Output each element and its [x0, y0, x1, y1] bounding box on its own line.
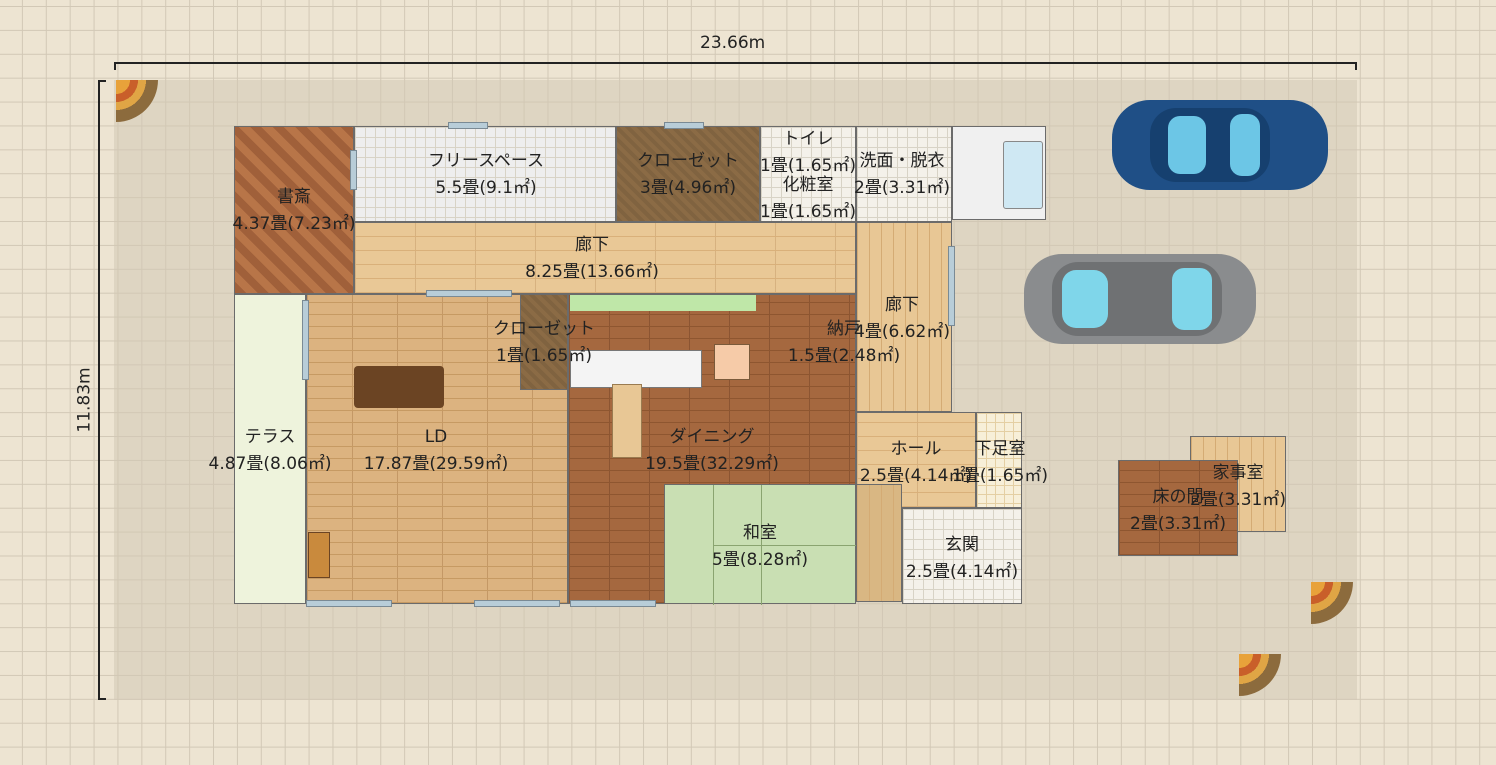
room-area: 3畳(4.96㎡) — [640, 178, 736, 198]
room-area: 5.5畳(9.1㎡) — [435, 178, 537, 198]
room-name: クローゼット — [493, 319, 595, 339]
room-ld-label: LD 17.87畳(29.59㎡) — [364, 424, 509, 478]
room-area: 1畳(1.65㎡) — [952, 466, 1048, 486]
room-area: 2.5畳(4.14㎡) — [905, 562, 1019, 582]
room-powder-label: 化粧室 1畳(1.65㎡) — [760, 172, 856, 226]
room-terrace-label: テラス 4.87畳(8.06㎡) — [209, 424, 332, 478]
counter-icon — [570, 295, 756, 311]
sofa-icon — [354, 366, 444, 408]
room-name: 廊下 — [885, 295, 919, 315]
room-area: 2畳(3.31㎡) — [1130, 514, 1226, 534]
room-area: 1畳(1.65㎡) — [496, 346, 592, 366]
room-area: 1.5畳(2.48㎡) — [787, 346, 901, 366]
car-blue-icon — [1112, 100, 1328, 190]
room-free-space-label: フリースペース 5.5畳(9.1㎡) — [428, 148, 544, 202]
room-name: 化粧室 — [782, 175, 834, 195]
window — [570, 600, 656, 607]
room-area: 5畳(8.28㎡) — [712, 550, 808, 570]
room-tokonoma-label: 床の間 2畳(3.31㎡) — [1130, 484, 1226, 538]
room-name: フリースペース — [427, 151, 545, 171]
room-name: トイレ — [782, 129, 834, 149]
tv-board-icon — [308, 532, 330, 578]
room-name: 下足室 — [974, 439, 1026, 459]
room-name: ダイニング — [669, 427, 755, 447]
room-dining-label: ダイニング 19.5畳(32.29㎡) — [645, 424, 779, 478]
room-name: 玄関 — [945, 535, 979, 555]
room-name: クローゼット — [637, 151, 739, 171]
window — [306, 600, 392, 607]
room-area: 4.37畳(7.23㎡) — [232, 214, 356, 234]
room-area: 2畳(3.31㎡) — [854, 178, 950, 198]
room-name: 廊下 — [574, 235, 609, 255]
room-name: 書斎 — [277, 187, 311, 207]
bathtub-icon — [1003, 141, 1043, 209]
room-name: テラス — [244, 427, 296, 447]
height-dimension-label: 11.83m — [74, 367, 95, 433]
room-name: 床の間 — [1152, 487, 1204, 507]
room-area: 1畳(1.65㎡) — [760, 202, 856, 222]
car-gray-icon — [1024, 254, 1256, 344]
dining-table-icon — [612, 384, 642, 458]
room-name: ホール — [890, 439, 942, 459]
room-washroom-label: 洗面・脱衣 2畳(3.31㎡) — [854, 148, 950, 202]
window — [302, 300, 309, 380]
room-area: 8.25畳(13.66㎡) — [525, 262, 659, 282]
room-name: 洗面・脱衣 — [859, 151, 945, 171]
width-dimension-line — [114, 62, 1357, 70]
height-dimension-line — [98, 80, 106, 700]
room-name: 納戸 — [827, 319, 861, 339]
room-washitsu-label: 和室 5畳(8.28㎡) — [712, 520, 808, 574]
room-closet-top-label: クローゼット 3畳(4.96㎡) — [637, 148, 739, 202]
room-name: 和室 — [743, 523, 777, 543]
bath-fixture — [952, 126, 1046, 220]
room-entrance-label: 玄関 2.5畳(4.14㎡) — [906, 532, 1018, 586]
room-area: 17.87畳(29.59㎡) — [363, 454, 509, 474]
room-name: LD — [424, 427, 448, 447]
room-hall-top-label: 廊下 8.25畳(13.66㎡) — [525, 232, 659, 286]
room-storage-label: 納戸 1.5畳(2.48㎡) — [788, 316, 900, 370]
stairs — [856, 484, 902, 602]
window — [448, 122, 488, 129]
fridge-icon — [714, 344, 750, 380]
room-shoe-room-label: 下足室 1畳(1.65㎡) — [952, 436, 1048, 490]
window — [426, 290, 512, 297]
room-area: 4.87畳(8.06㎡) — [208, 454, 332, 474]
room-study-label: 書斎 4.37畳(7.23㎡) — [233, 184, 356, 238]
width-dimension-label: 23.66m — [700, 33, 766, 53]
room-closet-mid-label: クローゼット 1畳(1.65㎡) — [493, 316, 595, 370]
window — [474, 600, 560, 607]
room-name: 家事室 — [1212, 463, 1264, 483]
room-area: 19.5畳(32.29㎡) — [645, 454, 779, 474]
window — [664, 122, 704, 129]
